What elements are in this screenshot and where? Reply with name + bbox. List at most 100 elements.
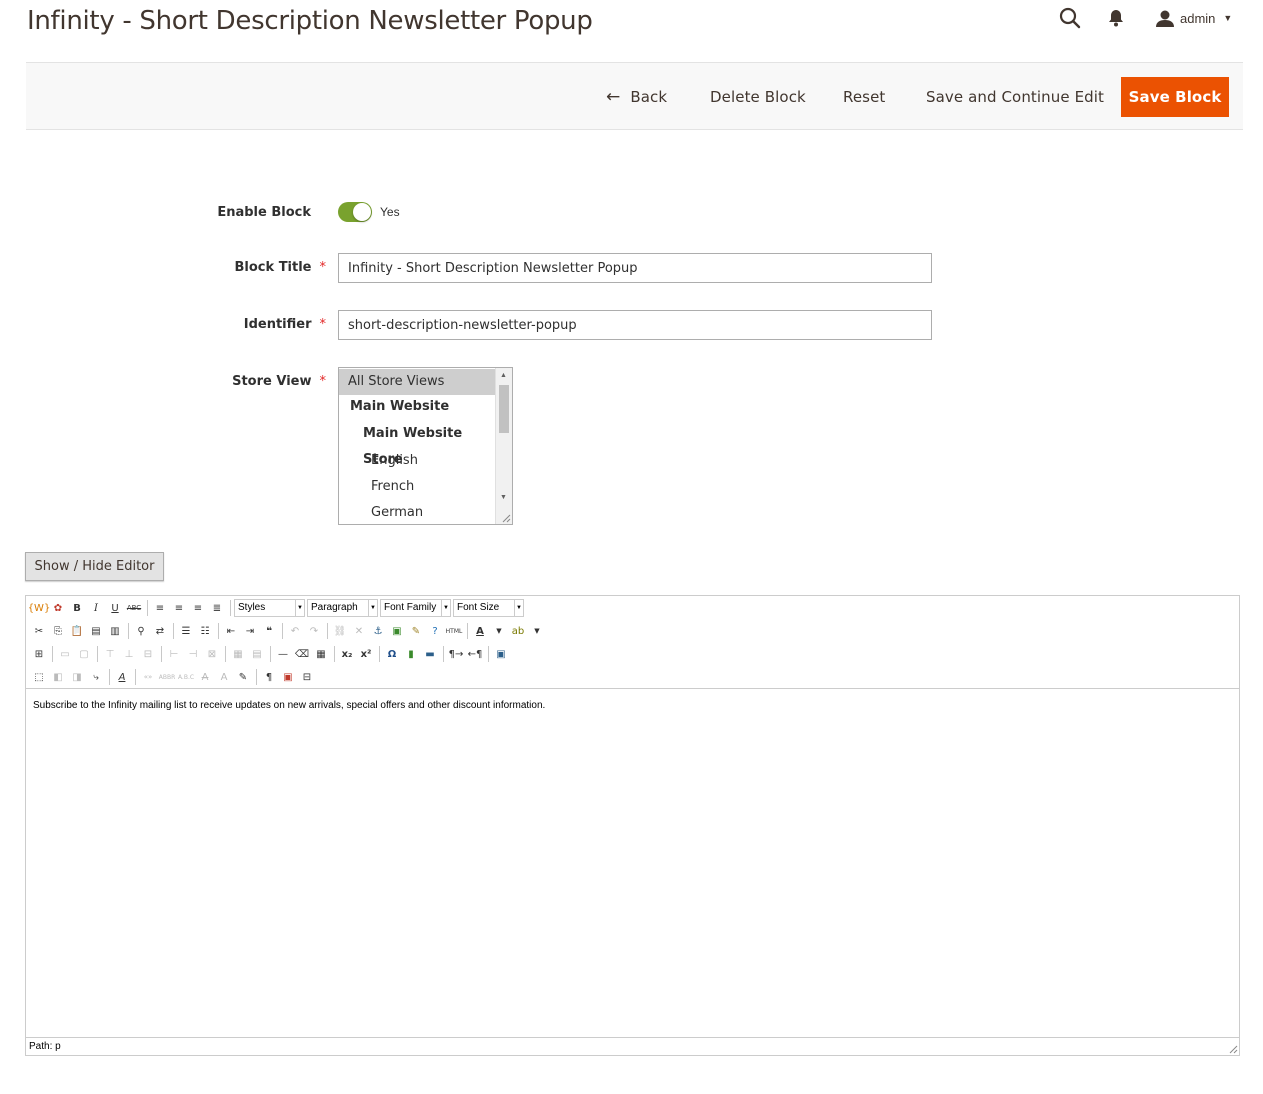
indent-icon[interactable]: ⇥	[241, 622, 259, 640]
row-props-icon[interactable]: ▭	[56, 645, 74, 663]
editor-resize-grip-icon[interactable]	[1228, 1044, 1238, 1054]
delete-col-icon[interactable]: ⊠	[203, 645, 221, 663]
replace-icon[interactable]: ⇄	[151, 622, 169, 640]
abbr-icon[interactable]: ABBR	[158, 668, 176, 686]
paste-word-icon[interactable]: ▥	[106, 622, 124, 640]
ltr-icon[interactable]: ¶→	[447, 645, 465, 663]
insert-layer-icon[interactable]: ⬚	[30, 668, 48, 686]
store-view-option[interactable]: Main Website Store	[339, 421, 495, 467]
visual-aid-icon[interactable]: ▦	[312, 645, 330, 663]
outdent-icon[interactable]: ⇤	[222, 622, 240, 640]
help-icon[interactable]: ?	[426, 622, 444, 640]
anchor-icon[interactable]: ⚓	[369, 622, 387, 640]
user-menu[interactable]: admin ▼	[1156, 8, 1232, 28]
save-block-button[interactable]: Save Block	[1121, 77, 1229, 117]
strikethrough-icon[interactable]: ABC	[125, 599, 143, 617]
bell-icon[interactable]	[1106, 8, 1126, 28]
horizontal-rule-icon[interactable]: —	[274, 645, 292, 663]
table-insert-icon[interactable]: ⊞	[30, 645, 48, 663]
copy-icon[interactable]: ⎘	[49, 622, 67, 640]
scroll-up-icon[interactable]: ▲	[500, 372, 507, 379]
align-justify-icon[interactable]: ≣	[208, 599, 226, 617]
redo-icon[interactable]: ↷	[305, 622, 323, 640]
widget-icon[interactable]: {W}	[28, 599, 51, 617]
ins-icon[interactable]: A	[215, 668, 233, 686]
attributes-icon[interactable]: ✎	[234, 668, 252, 686]
paste-text-icon[interactable]: ▤	[87, 622, 105, 640]
fullscreen-icon[interactable]: ▣	[492, 645, 510, 663]
store-view-scrollbar[interactable]: ▲ ▼	[495, 368, 512, 524]
image-insert-icon[interactable]: ✿	[49, 599, 67, 617]
search-icon[interactable]	[1058, 6, 1082, 30]
col-after-icon[interactable]: ⊣	[184, 645, 202, 663]
subscript-icon[interactable]: x₂	[338, 645, 356, 663]
unlink-icon[interactable]: ✕	[350, 622, 368, 640]
highlight-color-icon[interactable]: ab	[509, 622, 527, 640]
store-view-option[interactable]: All Store Views	[339, 369, 495, 395]
image-icon[interactable]: ▣	[388, 622, 406, 640]
merge-cells-icon[interactable]: ▤	[248, 645, 266, 663]
delete-row-icon[interactable]: ⊟	[139, 645, 157, 663]
save-and-continue-button[interactable]: Save and Continue Edit	[926, 77, 1104, 117]
split-cells-icon[interactable]: ▦	[229, 645, 247, 663]
numbered-list-icon[interactable]: ☷	[196, 622, 214, 640]
align-left-icon[interactable]: ≡	[151, 599, 169, 617]
store-view-option[interactable]: French	[339, 474, 495, 500]
cleanup-icon[interactable]: ✎	[407, 622, 425, 640]
cell-props-icon[interactable]: ▢	[75, 645, 93, 663]
store-view-multiselect[interactable]: All Store Views Main Website Main Websit…	[338, 367, 513, 525]
rtl-icon[interactable]: ←¶	[466, 645, 484, 663]
cut-icon[interactable]: ✂	[30, 622, 48, 640]
media-icon[interactable]: ▮	[402, 645, 420, 663]
row-before-icon[interactable]: ⊤	[101, 645, 119, 663]
show-hide-editor-button[interactable]: Show / Hide Editor	[25, 552, 164, 581]
visual-chars-icon[interactable]: ¶	[260, 668, 278, 686]
font-family-select[interactable]: Font Family ▼	[380, 599, 451, 617]
bold-icon[interactable]: B	[68, 599, 86, 617]
style-props-icon[interactable]: A	[113, 668, 131, 686]
text-color-icon[interactable]: A	[471, 622, 489, 640]
del-icon[interactable]: A	[196, 668, 214, 686]
align-right-icon[interactable]: ≡	[189, 599, 207, 617]
chevron-down-icon[interactable]: ▼	[490, 622, 508, 640]
align-center-icon[interactable]: ≡	[170, 599, 188, 617]
block-title-input[interactable]	[338, 253, 932, 283]
store-view-option[interactable]: Main Website	[339, 394, 495, 420]
move-backward-icon[interactable]: ◨	[68, 668, 86, 686]
blockquote-icon[interactable]: ❝	[260, 622, 278, 640]
chevron-down-icon[interactable]: ▼	[528, 622, 546, 640]
reset-button[interactable]: Reset	[843, 77, 885, 117]
delete-block-button[interactable]: Delete Block	[710, 77, 806, 117]
identifier-input[interactable]	[338, 310, 932, 340]
styles-select[interactable]: Styles ▼	[234, 599, 305, 617]
remove-format-icon[interactable]: ⌫	[293, 645, 311, 663]
link-icon[interactable]: ⛓	[331, 622, 349, 640]
paste-icon[interactable]: 📋	[68, 622, 86, 640]
cite-icon[interactable]: «»	[139, 668, 157, 686]
store-view-option[interactable]: German	[339, 500, 495, 524]
underline-icon[interactable]: U	[106, 599, 124, 617]
acronym-icon[interactable]: A.B.C	[177, 668, 195, 686]
undo-icon[interactable]: ↶	[286, 622, 304, 640]
move-forward-icon[interactable]: ◧	[49, 668, 67, 686]
absolute-icon[interactable]: ⤷	[87, 668, 105, 686]
superscript-icon[interactable]: x²	[357, 645, 375, 663]
editor-content[interactable]: Subscribe to the Infinity mailing list t…	[26, 690, 1239, 1038]
enable-block-toggle[interactable]	[338, 202, 372, 222]
font-size-select[interactable]: Font Size ▼	[453, 599, 524, 617]
store-view-option[interactable]: English	[339, 448, 495, 474]
bullet-list-icon[interactable]: ☰	[177, 622, 195, 640]
scroll-thumb[interactable]	[499, 385, 509, 433]
italic-icon[interactable]: I	[87, 599, 105, 617]
pagebreak-icon[interactable]: ⊟	[298, 668, 316, 686]
resize-grip-icon[interactable]	[501, 513, 511, 523]
paragraph-select[interactable]: Paragraph ▼	[307, 599, 378, 617]
nonbreak-tag-icon[interactable]: ▣	[279, 668, 297, 686]
html-source-icon[interactable]: HTML	[445, 622, 463, 640]
find-icon[interactable]: ⚲	[132, 622, 150, 640]
row-after-icon[interactable]: ⊥	[120, 645, 138, 663]
special-char-icon[interactable]: Ω	[383, 645, 401, 663]
scroll-down-icon[interactable]: ▼	[500, 494, 507, 501]
col-before-icon[interactable]: ⊢	[165, 645, 183, 663]
back-button[interactable]: ← Back	[606, 77, 667, 117]
